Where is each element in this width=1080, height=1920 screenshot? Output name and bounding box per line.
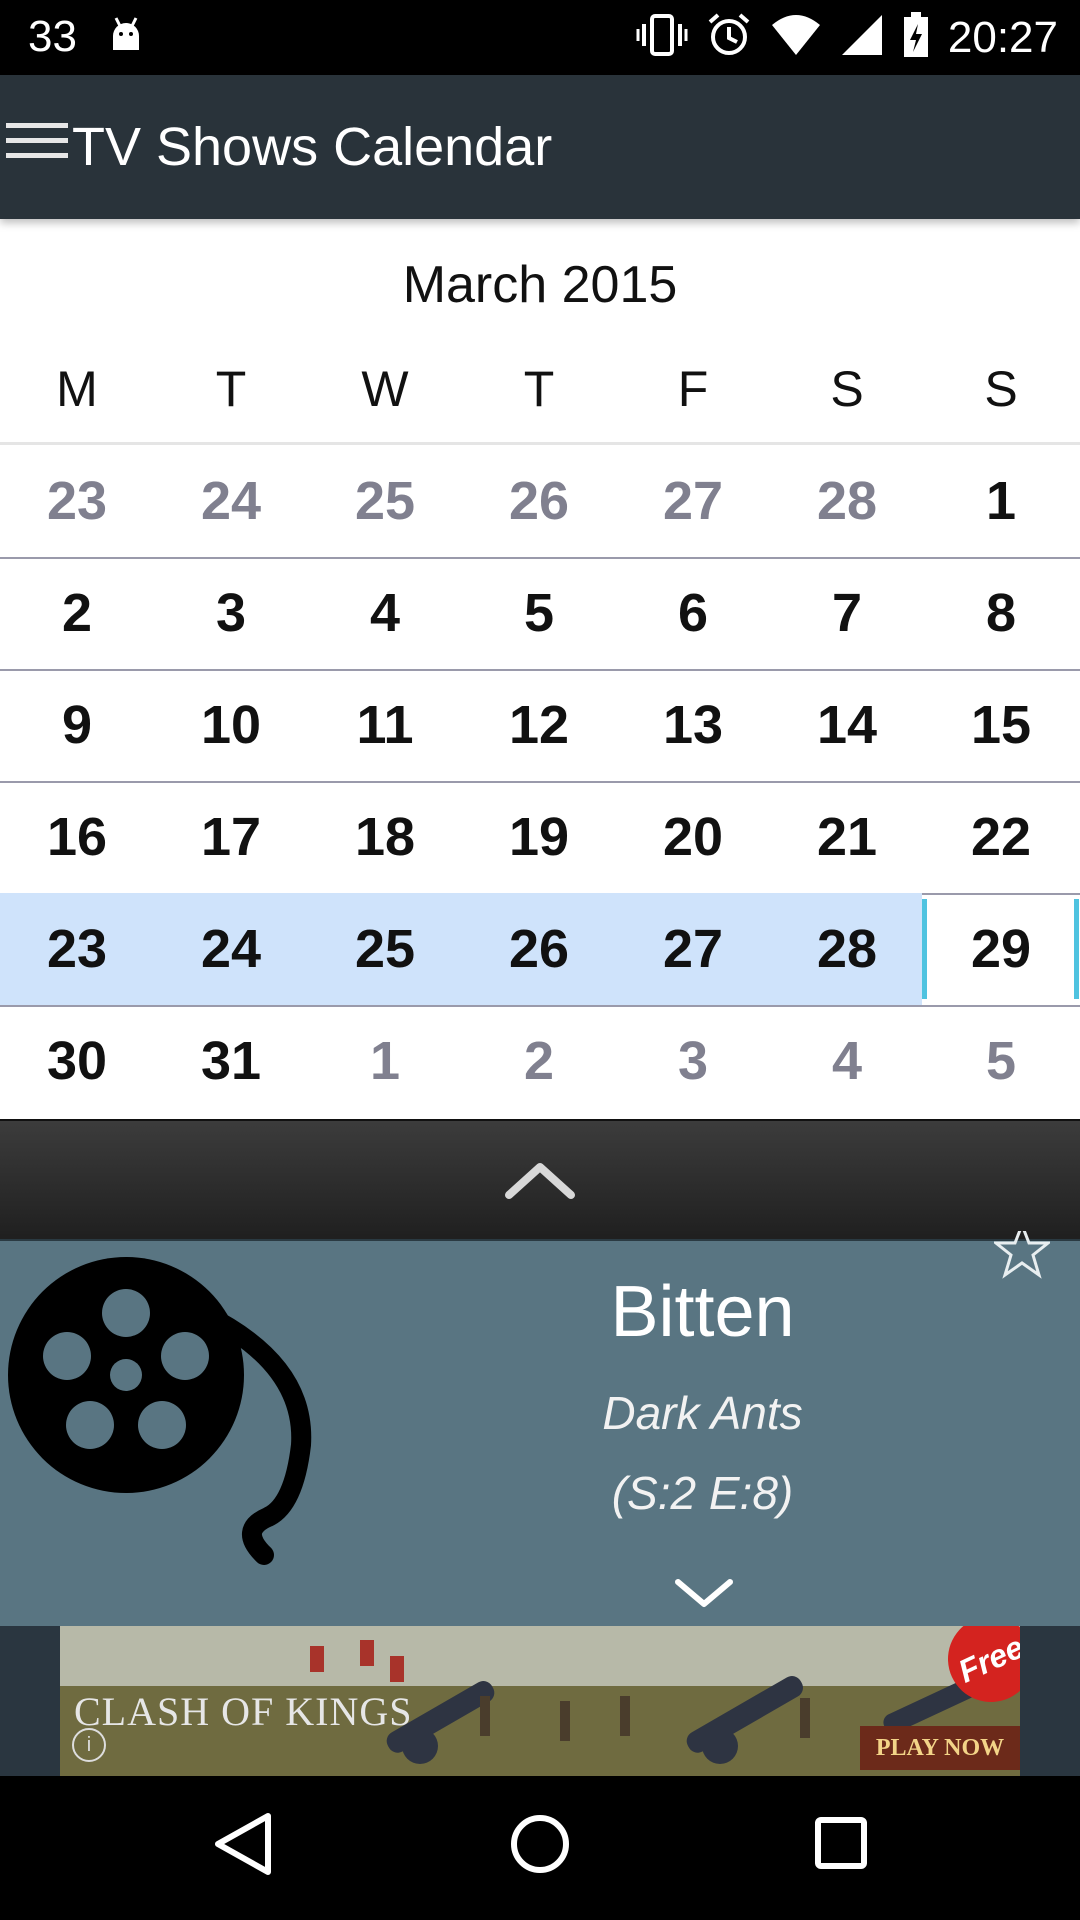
calendar-week-row: 23 24 25 26 27 28 1 — [0, 445, 1080, 559]
calendar-day-cell[interactable]: 28 — [770, 893, 924, 1005]
calendar-day-cell[interactable]: 27 — [616, 445, 770, 557]
calendar-day-cell[interactable]: 20 — [616, 781, 770, 893]
hamburger-menu-icon[interactable] — [6, 123, 68, 169]
calendar-day-cell[interactable]: 2 — [0, 557, 154, 669]
episode-title: Dark Ants — [602, 1387, 803, 1439]
calendar-week-row: 30 31 1 2 3 4 5 — [0, 1005, 1080, 1117]
calendar-day-cell[interactable]: 17 — [154, 781, 308, 893]
calendar-day-cell[interactable]: 4 — [308, 557, 462, 669]
calendar-day-cell[interactable]: 4 — [770, 1005, 924, 1117]
weekday-label: S — [984, 361, 1018, 417]
battery-charging-icon — [902, 12, 930, 63]
chevron-up-icon — [505, 1161, 575, 1206]
recents-icon[interactable] — [806, 1804, 876, 1889]
calendar-day-cell[interactable]: 22 — [924, 781, 1078, 893]
calendar-day-cell[interactable]: 2 — [462, 1005, 616, 1117]
calendar-day-cell[interactable]: 30 — [0, 1005, 154, 1117]
android-debug-icon — [108, 14, 144, 65]
calendar-day-cell[interactable]: 9 — [0, 669, 154, 781]
status-notification-count: 33 — [28, 12, 77, 61]
calendar-day-cell[interactable]: 5 — [462, 557, 616, 669]
calendar-day-cell[interactable]: 1 — [308, 1005, 462, 1117]
calendar-day-cell[interactable]: 14 — [770, 669, 924, 781]
weekday-label: M — [56, 361, 98, 417]
calendar-day-cell[interactable]: 15 — [924, 669, 1078, 781]
ad-play-now-button[interactable]: PLAY NOW — [860, 1726, 1020, 1770]
episode-code: (S:2 E:8) — [611, 1467, 794, 1519]
vibrate-icon — [636, 12, 688, 63]
navigation-bar — [0, 1776, 1080, 1920]
ad-banner[interactable]: CLASH OF KINGS Free PLAY NOW i — [60, 1626, 1020, 1776]
home-icon[interactable] — [504, 1804, 576, 1889]
calendar-day-cell[interactable]: 10 — [154, 669, 308, 781]
calendar-day-cell[interactable]: 11 — [308, 669, 462, 781]
status-bar: 33 20:27 — [0, 0, 1080, 75]
calendar-day-cell[interactable]: 19 — [462, 781, 616, 893]
app-title: TV Shows Calendar — [72, 117, 553, 177]
calendar-day-cell[interactable]: 25 — [308, 893, 462, 1005]
month-title: March 2015 — [402, 256, 678, 314]
calendar-day-cell[interactable]: 27 — [616, 893, 770, 1005]
calendar-day-cell[interactable]: 26 — [462, 445, 616, 557]
calendar-day-cell[interactable]: 3 — [154, 557, 308, 669]
calendar-day-cell[interactable]: 16 — [0, 781, 154, 893]
calendar-day-cell[interactable]: 23 — [0, 893, 154, 1005]
calendar-day-cell[interactable]: 5 — [924, 1005, 1078, 1117]
calendar-day-cell[interactable]: 23 — [0, 445, 154, 557]
calendar-day-cell[interactable]: 31 — [154, 1005, 308, 1117]
back-icon[interactable] — [206, 1804, 276, 1889]
film-reel-icon — [6, 1255, 326, 1580]
calendar-week-row: 2345678 — [0, 557, 1080, 671]
weekday-label: T — [215, 361, 247, 417]
ad-bar: CLASH OF KINGS Free PLAY NOW i — [0, 1626, 1080, 1776]
weekday-label: F — [677, 361, 709, 417]
episode-card[interactable]: Bitten Dark Ants (S:2 E:8) — [0, 1220, 1080, 1628]
calendar-day-cell[interactable]: 13 — [616, 669, 770, 781]
chevron-down-icon[interactable] — [674, 1576, 734, 1615]
calendar-day-cell[interactable]: 3 — [616, 1005, 770, 1117]
ad-logo-text: CLASH OF KINGS — [74, 1689, 413, 1734]
star-outline-icon[interactable] — [991, 1220, 1053, 1284]
drawer-handle[interactable] — [0, 1119, 1080, 1241]
alarm-icon — [706, 12, 752, 63]
weekday-label: T — [523, 361, 555, 417]
status-time: 20:27 — [947, 12, 1058, 62]
calendar-day-cell[interactable]: 1 — [924, 445, 1078, 557]
calendar-day-cell[interactable]: 24 — [154, 893, 308, 1005]
weekday-label: W — [361, 361, 409, 417]
calendar-day-cell[interactable]: 12 — [462, 669, 616, 781]
calendar-day-cell[interactable]: 28 — [770, 445, 924, 557]
weekday-label: S — [830, 361, 864, 417]
calendar-day-cell[interactable]: 8 — [924, 557, 1078, 669]
calendar-day-cell[interactable]: 21 — [770, 781, 924, 893]
calendar-day-cell[interactable]: 25 — [308, 445, 462, 557]
calendar-week-row: 23 24 25 26 27 28 29 — [0, 893, 1080, 1007]
app-bar: TV Shows Calendar — [0, 75, 1080, 219]
calendar-day-cell[interactable]: 7 — [770, 557, 924, 669]
calendar-day-cell[interactable]: 6 — [616, 557, 770, 669]
calendar-day-cell[interactable]: 29 — [924, 893, 1078, 1005]
info-icon[interactable]: i — [72, 1728, 106, 1762]
calendar-week-row: 16 17 18 19 20 21 22 — [0, 781, 1080, 895]
calendar-day-cell[interactable]: 24 — [154, 445, 308, 557]
show-title: Bitten — [610, 1272, 795, 1352]
calendar-day-cell[interactable]: 18 — [308, 781, 462, 893]
calendar-day-cell[interactable]: 26 — [462, 893, 616, 1005]
signal-icon — [840, 13, 884, 62]
calendar-week-row: 9 10 11 12 13 14 15 — [0, 669, 1080, 783]
wifi-icon — [770, 13, 822, 62]
weekday-header: MTWTFSS — [0, 360, 1080, 440]
